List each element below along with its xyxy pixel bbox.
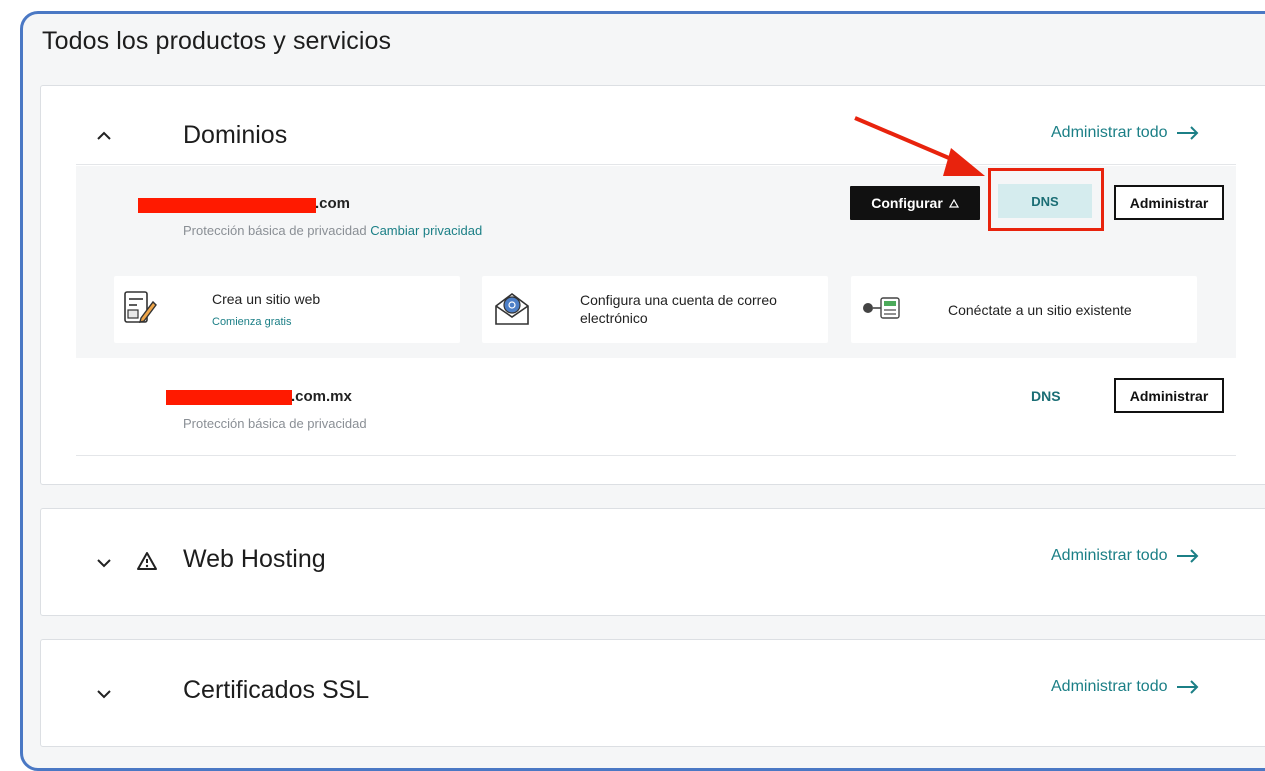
domains-panel: Dominios Administrar todo .com Protecció… (40, 85, 1265, 485)
triangle-up-icon (948, 198, 959, 208)
chevron-up-icon[interactable] (96, 128, 112, 145)
dns-link[interactable]: DNS (1031, 388, 1061, 404)
ssl-manage-all-link[interactable]: Administrar todo (1051, 678, 1200, 696)
page-title: Todos los productos y servicios (42, 27, 392, 55)
configure-label: Configurar (871, 195, 943, 211)
domains-manage-all-link[interactable]: Administrar todo (1051, 124, 1200, 142)
highlight-box (988, 168, 1104, 231)
hosting-title: Web Hosting (183, 545, 326, 573)
admin-button[interactable]: Administrar (1114, 378, 1224, 413)
configure-button[interactable]: Configurar (850, 186, 980, 220)
configure-email-card[interactable]: Configura una cuenta de correo electróni… (482, 276, 828, 343)
warning-icon (137, 552, 157, 570)
divider (76, 455, 1236, 456)
domain-name-suffix: .com (315, 195, 351, 212)
create-website-card[interactable]: Crea un sitio web Comienza gratis (114, 276, 460, 343)
chevron-down-icon[interactable] (96, 555, 112, 572)
red-arrow-annotation (854, 116, 985, 176)
domain-name-suffix: .com.mx (291, 388, 352, 405)
chevron-down-icon[interactable] (96, 686, 112, 703)
manage-all-label: Administrar todo (1051, 547, 1168, 564)
start-free-link[interactable]: Comienza gratis (212, 316, 291, 328)
manage-all-label: Administrar todo (1051, 124, 1168, 141)
card-title: Crea un sitio web (212, 291, 321, 307)
hosting-manage-all-link[interactable]: Administrar todo (1051, 547, 1200, 565)
redacted-domain-name (166, 390, 292, 405)
arrow-right-icon (1176, 680, 1198, 694)
arrow-right-icon (1176, 549, 1198, 563)
privacy-status: Protección básica de privacidad Cambiar … (183, 223, 483, 238)
redacted-domain-name (138, 198, 316, 213)
manage-all-label: Administrar todo (1051, 678, 1168, 695)
hosting-panel: Web Hosting Administrar todo (40, 508, 1265, 616)
domains-title: Dominios (183, 121, 288, 149)
ssl-panel: Certificados SSL Administrar todo (40, 639, 1265, 747)
connect-site-icon (863, 297, 900, 319)
admin-button[interactable]: Administrar (1114, 185, 1224, 220)
ssl-title: Certificados SSL (183, 676, 370, 704)
privacy-status: Protección básica de privacidad (183, 416, 367, 431)
email-icon (495, 293, 529, 325)
card-title: Configura una cuenta de correo electróni… (580, 292, 777, 326)
connect-site-card[interactable]: Conéctate a un sitio existente (851, 276, 1197, 343)
divider (76, 164, 1236, 165)
card-title: Conéctate a un sitio existente (948, 302, 1132, 318)
products-window: Todos los productos y servicios Dominios… (20, 11, 1265, 771)
change-privacy-link[interactable]: Cambiar privacidad (370, 223, 482, 238)
arrow-right-icon (1176, 126, 1198, 140)
website-builder-icon (124, 291, 157, 323)
